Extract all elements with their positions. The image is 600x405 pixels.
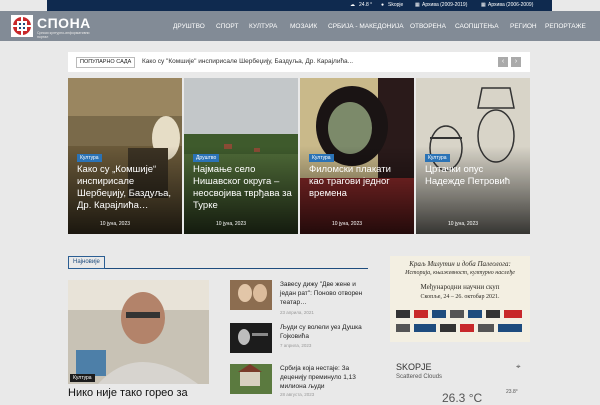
latest-main-title[interactable]: Нико није тако горео за [68,386,218,400]
ticker-badge: ПОПУЛАРНО САДА [76,57,136,68]
brand-tagline: Српски културно-информативни портал [37,31,90,39]
card-date: 10 јуна, 2023 [100,221,131,227]
list-item-title[interactable]: Завесу дижу "Две жене и један рат": Поно… [280,280,372,307]
category-badge[interactable]: Друштво [193,154,220,162]
card-date: 10 јуна, 2023 [448,221,479,227]
top-bar-inner: ☁ 24.8 ° ● Skopje ▦ Архива (2009-2019) ▦… [47,0,552,11]
nav-item-region[interactable]: РЕГИОН [510,22,537,31]
featured-card[interactable]: Друштво Најмање село Нишавског округа – … [184,78,298,234]
brand-name[interactable]: СПОНА [37,16,91,30]
featured-card[interactable]: Култура Како су „Комшије“ инспирисале Ше… [68,78,182,234]
nav-item-srbija-makedonija[interactable]: СРБИЈА - МАКЕДОНИЈА [328,22,404,31]
archive-link-2[interactable]: Архива (2006-2009) [488,1,533,10]
calendar-icon: ▦ [415,2,420,8]
weather-widget: SKOPJE Scattered Clouds ⌖ 26.3 °C 23.8° [390,356,530,405]
cloud-icon: ☁ [350,2,355,8]
nav-item-reportaze[interactable]: РЕПОРТАЖЕ [545,22,586,31]
location-icon[interactable]: ⌖ [516,362,521,372]
weather-widget-temp: 26.3 °C [442,391,483,405]
list-item-title[interactable]: Људи су волели уез Душка Гојковића [280,323,372,341]
latest-header: Најновије [68,256,368,269]
card-date: 10 јуна, 2023 [332,221,363,227]
thumbnail-image [230,323,272,353]
list-item-date: 28 августа, 2023 [280,392,315,397]
location-pin-icon: ● [381,2,385,8]
nav-item-mozaik[interactable]: МОЗАИК [290,22,317,31]
portrait-image [68,280,209,384]
featured-card[interactable]: Култура Филомски плакати као трагови јед… [300,78,414,234]
list-item-title[interactable]: Србија која нестаје: За деценију премину… [280,364,372,391]
card-title[interactable]: Цртачки опус Надежде Петровић [425,164,524,188]
weather-city: Skopje [388,2,404,8]
archive-link-1[interactable]: Архива (2009-2019) [422,1,467,10]
popular-ticker: ПОПУЛАРНО САДА Како су "Комшије" инспири… [68,52,530,72]
category-badge[interactable]: Култура [425,154,450,162]
chevron-right-icon[interactable]: › [511,57,521,67]
calendar-icon: ▦ [481,2,486,8]
category-badge[interactable]: Култура [70,374,95,382]
card-title[interactable]: Како су „Комшије“ инспирисале Шербеџију,… [77,164,176,212]
list-item[interactable]: Завесу дижу "Две жене и један рат": Поно… [230,280,370,316]
weather-temperature: 24.8 ° [359,2,373,8]
sponsor-logos [396,310,522,332]
nav-item-drustvo[interactable]: ДРУШТВО [173,22,205,31]
nav-item-kultura[interactable]: КУЛТУРА [249,22,277,31]
nav-item-saopstenja[interactable]: САОПШТЕЊА [455,22,499,31]
nav-item-otvorena[interactable]: ОТВОРЕНА [410,22,446,31]
featured-card[interactable]: Култура Цртачки опус Надежде Петровић 10… [416,78,530,234]
list-item[interactable]: Људи су волели уез Душка Гојковића 7 апр… [230,323,370,359]
conference-banner[interactable]: Краљ Милутин и доба Палеолога: Историја,… [390,256,530,342]
main-nav: СПОНА Српски културно-информативни порта… [0,11,600,41]
top-bar: ☁ 24.8 ° ● Skopje ▦ Архива (2009-2019) ▦… [0,0,600,11]
ticker-headline[interactable]: Како су "Комшије" инспирисале Шербеџију,… [142,57,353,66]
thumbnail-image [230,280,272,310]
thumbnail-image [230,364,272,394]
banner-line-1: Краљ Милутин и доба Палеолога: [409,260,511,268]
logo-icon[interactable] [11,15,33,37]
latest-label[interactable]: Најновије [68,256,105,269]
weather-widget-city: SKOPJE [396,362,432,372]
chevron-left-icon[interactable]: ‹ [498,57,508,67]
card-title[interactable]: Филомски плакати као трагови једног врем… [309,164,408,200]
latest-main-image[interactable] [68,280,209,384]
weather-widget-desc: Scattered Clouds [396,374,443,380]
weather-widget-small-temp: 23.8° [506,389,518,395]
nav-item-sport[interactable]: СПОРТ [216,22,238,31]
list-item-date: 7 априла, 2023 [280,343,312,348]
banner-line-4: Скопље, 24 – 26. октобар 2021. [420,294,500,300]
banner-line-3: Међународни научни скуп [420,283,500,291]
category-badge[interactable]: Култура [77,154,102,162]
list-item[interactable]: Србија која нестаје: За деценију премину… [230,364,370,400]
list-item-date: 23 априла, 2021 [280,310,314,315]
category-badge[interactable]: Култура [309,154,334,162]
card-title[interactable]: Најмање село Нишавског округа – неосвоји… [193,164,292,212]
banner-line-2: Историја, књижевност, културно наслеђе [405,270,515,276]
card-date: 10 јуна, 2023 [216,221,247,227]
